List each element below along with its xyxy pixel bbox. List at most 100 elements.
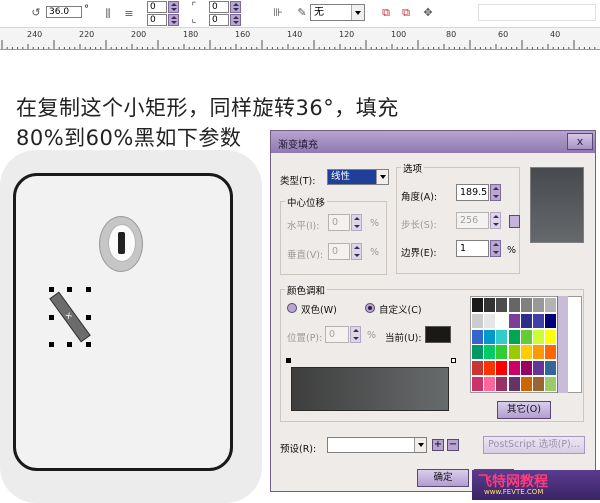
- palette-color-cell[interactable]: [472, 298, 484, 313]
- edge-field[interactable]: 1: [456, 240, 489, 257]
- horizontal-field[interactable]: 0: [328, 214, 350, 231]
- palette-color-cell[interactable]: [533, 345, 545, 361]
- size-w-field[interactable]: 0: [209, 1, 229, 13]
- palette-color-cell[interactable]: [472, 361, 484, 377]
- postscript-options-button[interactable]: PostScript 选项(P)...: [483, 436, 585, 454]
- palette-color-cell[interactable]: [545, 345, 558, 361]
- palette-color-cell[interactable]: [508, 313, 521, 329]
- angle-field[interactable]: 189.5: [456, 184, 489, 201]
- selection-handle[interactable]: [49, 342, 54, 347]
- ok-button[interactable]: 确定: [417, 469, 469, 487]
- size-h-field[interactable]: 0: [209, 14, 229, 26]
- convert-to-curves-icon[interactable]: ✥: [420, 5, 436, 21]
- other-button[interactable]: 其它(O): [497, 401, 551, 419]
- palette-color-cell[interactable]: [484, 361, 497, 377]
- selection-handle[interactable]: [67, 287, 72, 292]
- palette-color-cell[interactable]: [496, 313, 509, 329]
- artwork-knob-bar[interactable]: [118, 232, 125, 254]
- palette-color-cell[interactable]: [545, 361, 558, 377]
- horizontal-ruler[interactable]: 240 220 200 180 160 140 120 100 80 60 40: [0, 28, 600, 50]
- chevron-down-icon[interactable]: [414, 438, 426, 452]
- selection-handle[interactable]: [49, 287, 54, 292]
- position-x-stepper[interactable]: [168, 1, 179, 13]
- palette-color-cell[interactable]: [533, 329, 545, 345]
- palette-color-cell[interactable]: [533, 361, 545, 377]
- palette-color-cell[interactable]: [508, 329, 521, 345]
- close-button[interactable]: x: [567, 133, 593, 150]
- palette-color-cell[interactable]: [484, 377, 497, 392]
- palette-color-cell[interactable]: [508, 298, 521, 313]
- steps-stepper[interactable]: [490, 212, 501, 229]
- palette-color-cell[interactable]: [533, 313, 545, 329]
- palette-color-cell[interactable]: [520, 377, 533, 392]
- horizontal-stepper[interactable]: [351, 214, 362, 231]
- selection-handle[interactable]: [86, 287, 91, 292]
- palette-color-cell[interactable]: [520, 329, 533, 345]
- steps-field[interactable]: 256: [456, 212, 489, 229]
- vertical-stepper[interactable]: [351, 243, 362, 260]
- palette-color-cell[interactable]: [508, 345, 521, 361]
- custom-radio[interactable]: [365, 303, 375, 313]
- align-icon[interactable]: ⊪: [270, 5, 286, 21]
- palette-color-cell[interactable]: [472, 377, 484, 392]
- rotation-angle-field[interactable]: 36.0: [46, 6, 82, 18]
- to-front-icon[interactable]: ⧉: [378, 5, 394, 21]
- size-w-stepper[interactable]: [230, 1, 241, 13]
- palette-color-cell[interactable]: [533, 377, 545, 392]
- palette-color-cell[interactable]: [496, 377, 509, 392]
- selection-handle[interactable]: [86, 315, 91, 320]
- palette-color-cell[interactable]: [496, 361, 509, 377]
- palette-color-cell[interactable]: [496, 345, 509, 361]
- palette-color-cell[interactable]: [520, 313, 533, 329]
- size-h-stepper[interactable]: [230, 14, 241, 26]
- lock-icon[interactable]: [509, 215, 520, 228]
- position-x-field[interactable]: 0: [147, 1, 167, 13]
- position-y-field[interactable]: 0: [147, 14, 167, 26]
- palette-color-cell[interactable]: [545, 377, 558, 392]
- add-preset-button[interactable]: +: [432, 439, 444, 451]
- gradient-ramp[interactable]: [291, 367, 449, 411]
- edge-stepper[interactable]: [490, 240, 501, 257]
- palette-color-cell[interactable]: [472, 313, 484, 329]
- vertical-field[interactable]: 0: [328, 243, 350, 260]
- selection-handle[interactable]: [49, 315, 54, 320]
- palette-color-cell[interactable]: [508, 361, 521, 377]
- palette-color-cell[interactable]: [484, 298, 497, 313]
- gradient-start-marker[interactable]: [286, 358, 291, 363]
- chevron-down-icon[interactable]: [351, 5, 364, 20]
- remove-preset-button[interactable]: −: [447, 439, 459, 451]
- two-color-radio[interactable]: [287, 303, 297, 313]
- palette-color-cell[interactable]: [545, 313, 558, 329]
- palette-color-cell[interactable]: [545, 298, 558, 313]
- palette-color-cell[interactable]: [484, 329, 497, 345]
- to-back-icon[interactable]: ⧉: [398, 5, 414, 21]
- palette-color-cell[interactable]: [496, 298, 509, 313]
- position-field[interactable]: 0: [325, 326, 349, 343]
- chevron-down-icon[interactable]: [376, 170, 388, 184]
- palette-color-cell[interactable]: [472, 329, 484, 345]
- palette-color-cell[interactable]: [496, 329, 509, 345]
- angle-stepper[interactable]: [490, 184, 501, 201]
- palette-color-cell[interactable]: [520, 361, 533, 377]
- dialog-titlebar[interactable]: 渐变填充 x: [271, 131, 595, 153]
- type-select[interactable]: 线性: [327, 169, 389, 185]
- current-color-swatch[interactable]: [425, 326, 451, 343]
- gradient-end-marker[interactable]: [451, 358, 456, 363]
- palette-color-cell[interactable]: [484, 345, 497, 361]
- outline-pen-icon[interactable]: ✎: [294, 5, 310, 21]
- palette-color-cell[interactable]: [520, 345, 533, 361]
- palette-color-cell[interactable]: [472, 345, 484, 361]
- outline-width-combo[interactable]: 无: [310, 4, 365, 21]
- position-y-stepper[interactable]: [168, 14, 179, 26]
- palette-color-cell[interactable]: [520, 298, 533, 313]
- palette-color-cell[interactable]: [533, 298, 545, 313]
- mirror-horizontal-icon[interactable]: ⫼: [100, 6, 116, 22]
- preset-select[interactable]: [327, 437, 427, 453]
- palette-color-cell[interactable]: [484, 313, 497, 329]
- position-stepper[interactable]: [350, 326, 361, 343]
- palette-scrollbar[interactable]: [557, 296, 568, 393]
- mirror-vertical-icon[interactable]: ≡: [121, 6, 137, 22]
- palette-color-cell[interactable]: [545, 329, 558, 345]
- palette-color-cell[interactable]: [508, 377, 521, 392]
- selection-handle[interactable]: [86, 342, 91, 347]
